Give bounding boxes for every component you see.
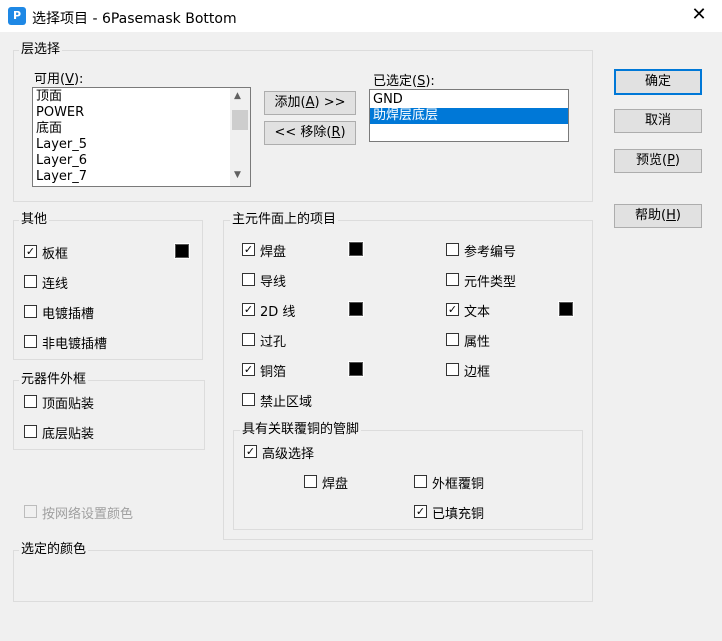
list-item[interactable]: 顶面 bbox=[33, 89, 229, 105]
main_items-left-2-label: 2D 线 bbox=[260, 305, 296, 320]
other-legend: 其他 bbox=[19, 212, 50, 227]
filled-copper-label: 已填充铜 bbox=[432, 507, 485, 522]
main_items-left-4-label: 铜箔 bbox=[260, 365, 287, 380]
other-items-1-label: 连线 bbox=[42, 277, 69, 292]
check-icon: ✓ bbox=[447, 303, 458, 316]
main_items-left-1-checkbox[interactable] bbox=[242, 273, 255, 286]
list-item[interactable]: POWER bbox=[33, 105, 229, 121]
other-items-0-checkbox[interactable]: ✓ bbox=[24, 245, 37, 258]
preview-button[interactable]: 预览(P) bbox=[614, 149, 702, 173]
advanced-select-checkbox[interactable]: ✓ bbox=[244, 445, 257, 458]
component_outline-items-0-label: 顶面贴装 bbox=[42, 397, 95, 412]
color-swatch[interactable] bbox=[174, 243, 190, 259]
layer-select-legend: 层选择 bbox=[19, 42, 63, 57]
selected-listbox[interactable]: GND 助焊层底层 bbox=[369, 89, 569, 142]
check-icon: ✓ bbox=[243, 243, 254, 256]
list-item[interactable]: Layer_5 bbox=[33, 137, 229, 153]
selected-color-legend: 选定的颜色 bbox=[19, 542, 89, 557]
main_items-right-4-label: 边框 bbox=[464, 365, 491, 380]
other-items-1-checkbox[interactable] bbox=[24, 275, 37, 288]
filled-copper-checkbox[interactable]: ✓ bbox=[414, 505, 427, 518]
color-swatch[interactable] bbox=[348, 241, 364, 257]
main_items-left-2-checkbox[interactable]: ✓ bbox=[242, 303, 255, 316]
other-items-3-label: 非电镀插槽 bbox=[42, 337, 108, 352]
check-icon: ✓ bbox=[243, 363, 254, 376]
main_items-left-3-label: 过孔 bbox=[260, 335, 287, 350]
help-button[interactable]: 帮助(H) bbox=[614, 204, 702, 228]
other-items-3-checkbox[interactable] bbox=[24, 335, 37, 348]
main_items-right-3-label: 属性 bbox=[464, 335, 491, 350]
outline-copper-label: 外框覆铜 bbox=[432, 477, 485, 492]
check-icon: ✓ bbox=[415, 505, 426, 518]
copper-pad-checkbox[interactable] bbox=[304, 475, 317, 488]
check-icon: ✓ bbox=[25, 245, 36, 258]
close-icon[interactable]: ✕ bbox=[688, 4, 710, 26]
color-swatch[interactable] bbox=[348, 361, 364, 377]
list-item[interactable]: GND bbox=[370, 92, 568, 108]
main_items-right-2-label: 文本 bbox=[464, 305, 491, 320]
selected-list: GND 助焊层底层 bbox=[370, 92, 568, 124]
main_items-left-0-checkbox[interactable]: ✓ bbox=[242, 243, 255, 256]
available-list: 顶面 POWER 底面 Layer_5 Layer_6 Layer_7 bbox=[33, 89, 229, 185]
main_items-left-1-label: 导线 bbox=[260, 275, 287, 290]
copper-pad-label: 焊盘 bbox=[322, 477, 349, 492]
component_outline-items-0-checkbox[interactable] bbox=[24, 395, 37, 408]
check-icon: ✓ bbox=[243, 303, 254, 316]
other-items-2-checkbox[interactable] bbox=[24, 305, 37, 318]
net-color-label: 按网络设置颜色 bbox=[42, 507, 134, 522]
list-item[interactable]: 底面 bbox=[33, 121, 229, 137]
main-items-legend: 主元件面上的项目 bbox=[230, 212, 339, 227]
advanced-select-label: 高级选择 bbox=[262, 447, 315, 462]
net-color-checkbox[interactable] bbox=[24, 505, 37, 518]
main_items-right-0-label: 参考编号 bbox=[464, 245, 517, 260]
list-item[interactable]: Layer_7 bbox=[33, 169, 229, 185]
component-outline-legend: 元器件外框 bbox=[19, 372, 89, 387]
scroll-down-icon[interactable]: ▼ bbox=[234, 170, 241, 180]
main_items-right-4-checkbox[interactable] bbox=[446, 363, 459, 376]
selected-color-group bbox=[13, 550, 593, 602]
main_items-right-3-checkbox[interactable] bbox=[446, 333, 459, 346]
main_items-left-0-label: 焊盘 bbox=[260, 245, 287, 260]
main_items-right-2-checkbox[interactable]: ✓ bbox=[446, 303, 459, 316]
list-item[interactable]: Layer_6 bbox=[33, 153, 229, 169]
component_outline-items-1-label: 底层贴装 bbox=[42, 427, 95, 442]
list-item[interactable]: 助焊层底层 bbox=[370, 108, 568, 124]
other-items-2-label: 电镀插槽 bbox=[42, 307, 95, 322]
other-items-0-label: 板框 bbox=[42, 247, 69, 262]
main_items-left-3-checkbox[interactable] bbox=[242, 333, 255, 346]
main_items-right-0-checkbox[interactable] bbox=[446, 243, 459, 256]
main_items-left-5-checkbox[interactable] bbox=[242, 393, 255, 406]
color-swatch[interactable] bbox=[558, 301, 574, 317]
check-icon: ✓ bbox=[245, 445, 256, 458]
ok-button[interactable]: 确定 bbox=[614, 69, 702, 95]
selected-label: 已选定(S): bbox=[373, 74, 435, 89]
remove-button[interactable]: << 移除(R) bbox=[264, 121, 356, 145]
outline-copper-checkbox[interactable] bbox=[414, 475, 427, 488]
window-title: 选择项目 - 6Pasemask Bottom bbox=[32, 11, 237, 27]
add-button[interactable]: 添加(A) >> bbox=[264, 91, 356, 115]
scroll-thumb[interactable] bbox=[232, 110, 248, 130]
available-scrollbar[interactable]: ▲ ▼ bbox=[230, 88, 250, 186]
color-swatch[interactable] bbox=[348, 301, 364, 317]
available-label: 可用(V): bbox=[34, 72, 84, 87]
available-listbox[interactable]: 顶面 POWER 底面 Layer_5 Layer_6 Layer_7 ▲ ▼ bbox=[32, 87, 251, 187]
main_items-right-1-label: 元件类型 bbox=[464, 275, 517, 290]
component_outline-items-1-checkbox[interactable] bbox=[24, 425, 37, 438]
copper-pins-legend: 具有关联覆铜的管脚 bbox=[240, 422, 362, 437]
main_items-left-5-label: 禁止区域 bbox=[260, 395, 313, 410]
main_items-right-1-checkbox[interactable] bbox=[446, 273, 459, 286]
app-icon: P bbox=[8, 7, 26, 25]
main_items-left-4-checkbox[interactable]: ✓ bbox=[242, 363, 255, 376]
cancel-button[interactable]: 取消 bbox=[614, 109, 702, 133]
scroll-up-icon[interactable]: ▲ bbox=[234, 91, 241, 101]
